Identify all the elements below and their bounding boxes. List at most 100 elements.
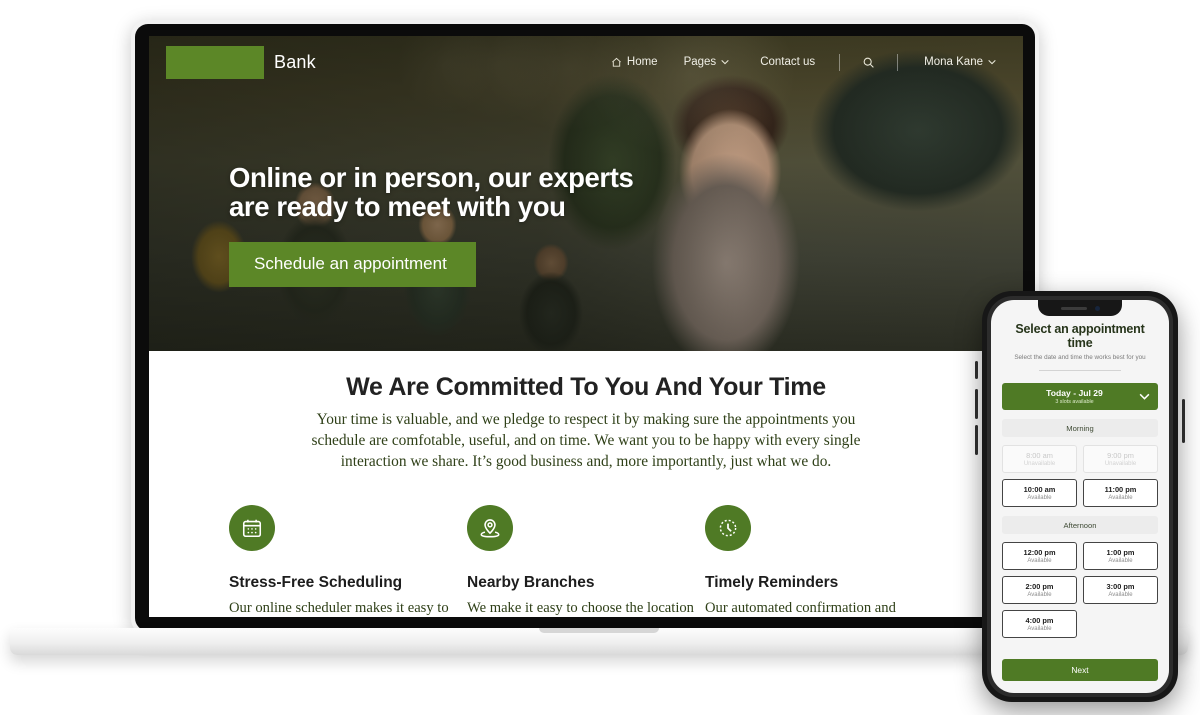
date-picker-label: Today - Jul 29 xyxy=(1046,388,1103,398)
time-slot[interactable]: 10:00 am Available xyxy=(1002,479,1077,507)
section-body: Your time is valuable, and we pledge to … xyxy=(311,411,861,471)
phone-bezel: Select an appointment time Select the da… xyxy=(987,296,1173,697)
feature-text: Our automated confirmation and reminder … xyxy=(705,600,896,617)
section-header-morning: Morning xyxy=(1002,419,1158,437)
hero-copy: Online or in person, our experts are rea… xyxy=(229,162,634,287)
clock-icon xyxy=(719,519,737,537)
nav-item-home-label: Home xyxy=(626,56,658,68)
feature-card-reminders: Timely Reminders Our automated confirmat… xyxy=(705,505,943,617)
page-content: We Are Committed To You And Your Time Yo… xyxy=(149,351,1023,617)
phone-device: Select an appointment time Select the da… xyxy=(975,291,1185,702)
logo-mark-icon xyxy=(166,45,264,79)
time-slot-status: Available xyxy=(1027,626,1052,632)
next-button[interactable]: Next xyxy=(1002,659,1158,681)
phone-power-button[interactable] xyxy=(1182,399,1185,443)
time-slot-status: Available xyxy=(1108,495,1133,501)
laptop-device: Bank Home Pages Contact us Mona Kane Onl… xyxy=(131,20,1039,635)
search-button[interactable] xyxy=(862,56,875,69)
nav-item-home[interactable]: Home xyxy=(611,56,658,68)
phone-notch xyxy=(1038,300,1122,316)
time-slot-grid-afternoon: 12:00 pm Available 1:00 pm Available 2:0… xyxy=(1002,542,1158,638)
time-slot-status: Available xyxy=(1108,592,1133,598)
time-slot-time: 8:00 am xyxy=(1026,451,1053,460)
calendar-icon xyxy=(242,520,262,538)
nav-item-contact-us-label: Contact us xyxy=(760,56,816,68)
appointment-picker-subtitle: Select the date and time the works best … xyxy=(1014,354,1146,361)
brand-logo[interactable]: Bank xyxy=(166,45,316,79)
hero-banner: Bank Home Pages Contact us Mona Kane Onl… xyxy=(149,36,1023,351)
time-slot-status: Available xyxy=(1108,558,1133,564)
section-header-afternoon: Afternoon xyxy=(1002,516,1158,534)
feature-text: Our online scheduler makes it easy to ge… xyxy=(229,600,449,617)
feature-list: Stress-Free Scheduling Our online schedu… xyxy=(149,505,1023,617)
divider xyxy=(1039,370,1121,371)
calendar-icon-circle xyxy=(229,505,275,552)
time-slot-status: Unavailable xyxy=(1023,461,1056,467)
brand-name: Bank xyxy=(274,51,316,72)
date-picker-text: Today - Jul 29 3 slots available xyxy=(1010,388,1139,405)
primary-navigation: Home Pages Contact us Mona Kane xyxy=(585,53,1001,71)
front-camera-icon xyxy=(1094,305,1100,311)
location-pin-icon xyxy=(480,519,500,538)
chevron-down-icon xyxy=(721,59,729,65)
time-slot-status: Unavailable xyxy=(1104,461,1137,467)
account-name-label: Mona Kane xyxy=(924,56,983,68)
time-slot-time: 2:00 pm xyxy=(1025,582,1054,591)
feature-title: Nearby Branches xyxy=(467,574,595,592)
device-mockup-scene: Bank Home Pages Contact us Mona Kane Onl… xyxy=(0,0,1200,715)
time-slot-time: 10:00 am xyxy=(1023,485,1056,494)
time-slot[interactable]: 12:00 pm Available xyxy=(1002,542,1077,570)
time-slot[interactable]: 11:00 pm Available xyxy=(1083,479,1158,507)
site-header: Bank Home Pages Contact us Mona Kane xyxy=(149,36,1023,88)
time-slot-time: 1:00 pm xyxy=(1106,548,1135,557)
nav-item-pages[interactable]: Pages xyxy=(684,56,735,68)
phone-volume-down-button[interactable] xyxy=(975,425,978,455)
time-slot-grid-morning: 8:00 am Unavailable 9:00 pm Unavailable … xyxy=(1002,445,1158,507)
time-slot[interactable]: 3:00 pm Available xyxy=(1083,576,1158,604)
clock-icon-circle xyxy=(705,505,751,552)
time-slot: 8:00 am Unavailable xyxy=(1002,445,1077,473)
section-title: We Are Committed To You And Your Time xyxy=(346,373,826,401)
laptop-base-notch xyxy=(539,628,659,633)
feature-card-scheduling: Stress-Free Scheduling Our online schedu… xyxy=(229,505,467,617)
laptop-bezel: Bank Home Pages Contact us Mona Kane Onl… xyxy=(135,24,1035,631)
location-pin-icon-circle xyxy=(467,505,513,552)
search-icon xyxy=(863,57,874,68)
time-slot-time: 12:00 pm xyxy=(1023,548,1056,557)
phone-volume-up-button[interactable] xyxy=(975,389,978,419)
time-slot[interactable]: 2:00 pm Available xyxy=(1002,576,1077,604)
nav-divider-2 xyxy=(897,53,899,71)
time-slot[interactable]: 1:00 pm Available xyxy=(1083,542,1158,570)
chevron-down-icon xyxy=(988,59,996,65)
hero-headline: Online or in person, our experts are rea… xyxy=(229,162,634,222)
earpiece-speaker-icon xyxy=(1060,306,1087,310)
nav-item-contact-us[interactable]: Contact us xyxy=(760,56,815,68)
appointment-picker-title: Select an appointment time xyxy=(1015,322,1145,350)
phone-mute-switch[interactable] xyxy=(975,361,978,379)
account-menu[interactable]: Mona Kane xyxy=(924,56,1001,68)
time-slot-time: 3:00 pm xyxy=(1106,582,1135,591)
feature-title: Stress-Free Scheduling xyxy=(229,574,403,592)
home-icon xyxy=(611,57,621,67)
feature-text: We make it easy to choose the location t… xyxy=(467,600,694,617)
time-slot-time: 11:00 pm xyxy=(1104,485,1137,494)
phone-footer: Next xyxy=(991,659,1169,693)
time-slot-status: Available xyxy=(1027,495,1052,501)
date-picker-slots-count: 3 slots available xyxy=(1055,399,1094,405)
time-slot-time: 9:00 pm xyxy=(1107,451,1134,460)
laptop-screen: Bank Home Pages Contact us Mona Kane Onl… xyxy=(149,36,1023,617)
appointment-picker: Select an appointment time Select the da… xyxy=(991,300,1169,659)
time-slot-time: 4:00 pm xyxy=(1025,616,1054,625)
date-picker-dropdown[interactable]: Today - Jul 29 3 slots available xyxy=(1002,383,1158,410)
feature-card-branches: Nearby Branches We make it easy to choos… xyxy=(467,505,705,617)
time-slot-status: Available xyxy=(1027,592,1052,598)
time-slot-status: Available xyxy=(1027,558,1052,564)
nav-divider xyxy=(839,53,841,71)
schedule-appointment-button[interactable]: Schedule an appointment xyxy=(229,241,476,287)
feature-title: Timely Reminders xyxy=(705,574,839,592)
nav-item-pages-label: Pages xyxy=(683,56,717,68)
time-slot: 9:00 pm Unavailable xyxy=(1083,445,1158,473)
time-slot[interactable]: 4:00 pm Available xyxy=(1002,610,1077,638)
chevron-down-icon xyxy=(1139,393,1150,400)
phone-screen: Select an appointment time Select the da… xyxy=(991,300,1169,693)
